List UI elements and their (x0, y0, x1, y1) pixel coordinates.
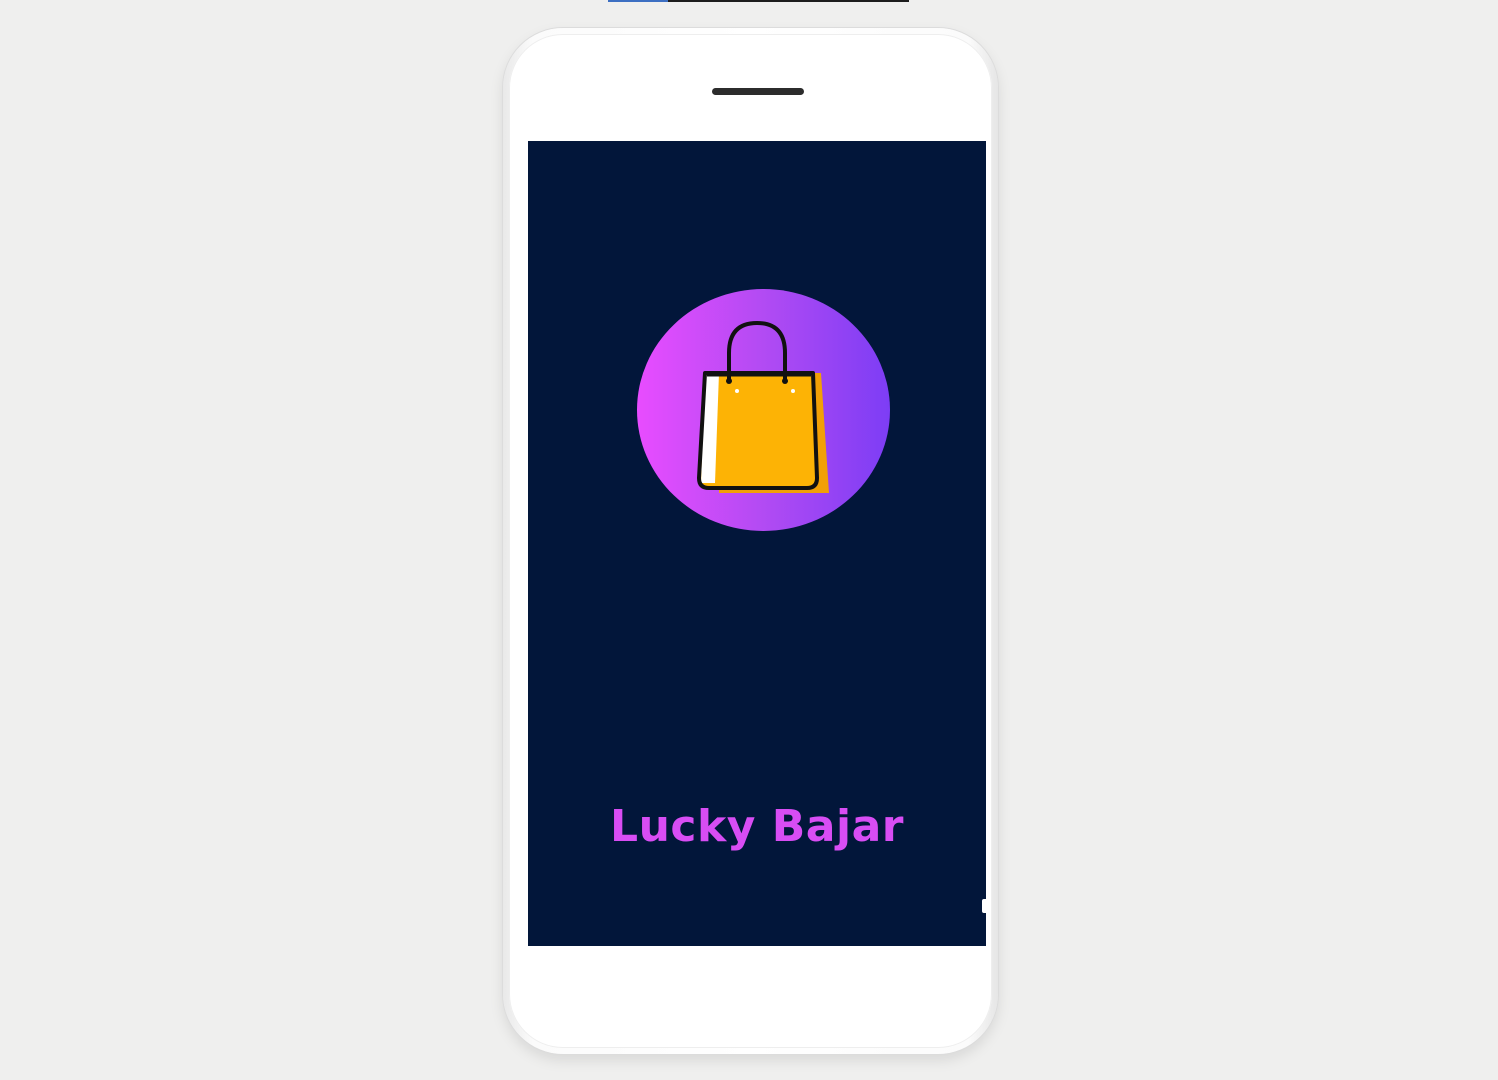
phone-mockup: Lucky Bajar (503, 28, 998, 1054)
screen-edge-mark (982, 899, 986, 913)
top-strip (608, 0, 909, 2)
shopping-bag-icon (697, 320, 829, 493)
top-strip-accent (608, 0, 668, 2)
splash-screen: Lucky Bajar (528, 141, 986, 946)
app-logo (637, 289, 890, 531)
phone-body: Lucky Bajar (509, 34, 992, 1048)
earpiece-speaker (712, 88, 804, 95)
app-title: Lucky Bajar (610, 801, 904, 852)
